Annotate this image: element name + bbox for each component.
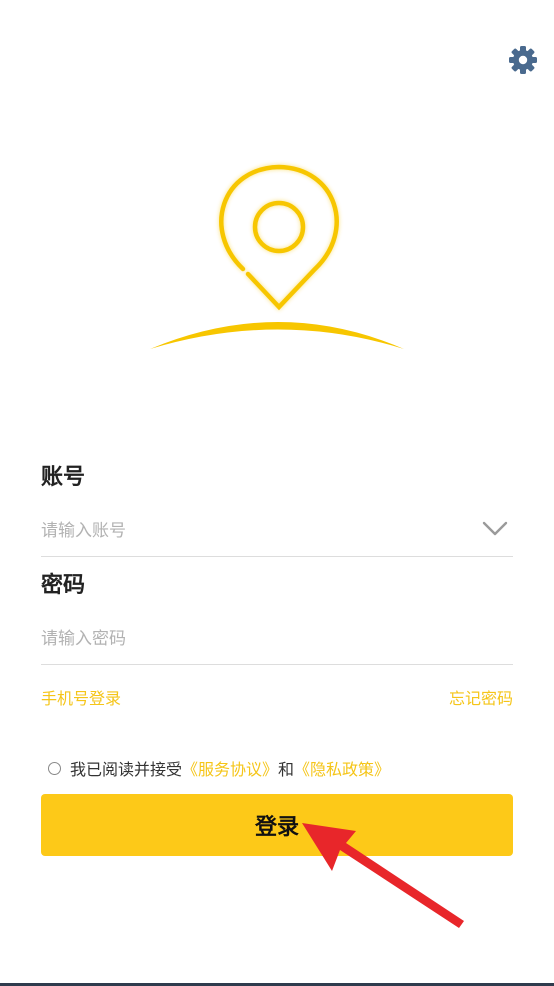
password-input-row xyxy=(41,617,513,665)
agreement-row: 我已阅读并接受 《服务协议》 和 《隐私政策》 xyxy=(48,757,390,779)
agreement-prefix: 我已阅读并接受 xyxy=(70,760,183,779)
phone-login-link[interactable]: 手机号登录 xyxy=(41,688,121,710)
login-button[interactable]: 登录 xyxy=(41,794,513,856)
password-label: 密码 xyxy=(41,573,86,598)
service-agreement-link[interactable]: 《服务协议》 xyxy=(182,756,278,780)
settings-button[interactable] xyxy=(507,44,539,76)
forgot-password-link[interactable]: 忘记密码 xyxy=(449,688,513,710)
agreement-conjunction: 和 xyxy=(278,760,295,779)
agreement-radio[interactable] xyxy=(48,761,61,775)
account-input[interactable] xyxy=(41,515,461,547)
privacy-policy-link[interactable]: 《隐私政策》 xyxy=(294,756,390,780)
password-input[interactable] xyxy=(41,623,461,655)
account-input-row xyxy=(41,509,513,557)
gear-icon xyxy=(509,46,537,74)
location-pin-icon xyxy=(150,164,404,349)
chevron-down-icon[interactable] xyxy=(481,517,509,539)
account-label: 账号 xyxy=(41,465,86,490)
